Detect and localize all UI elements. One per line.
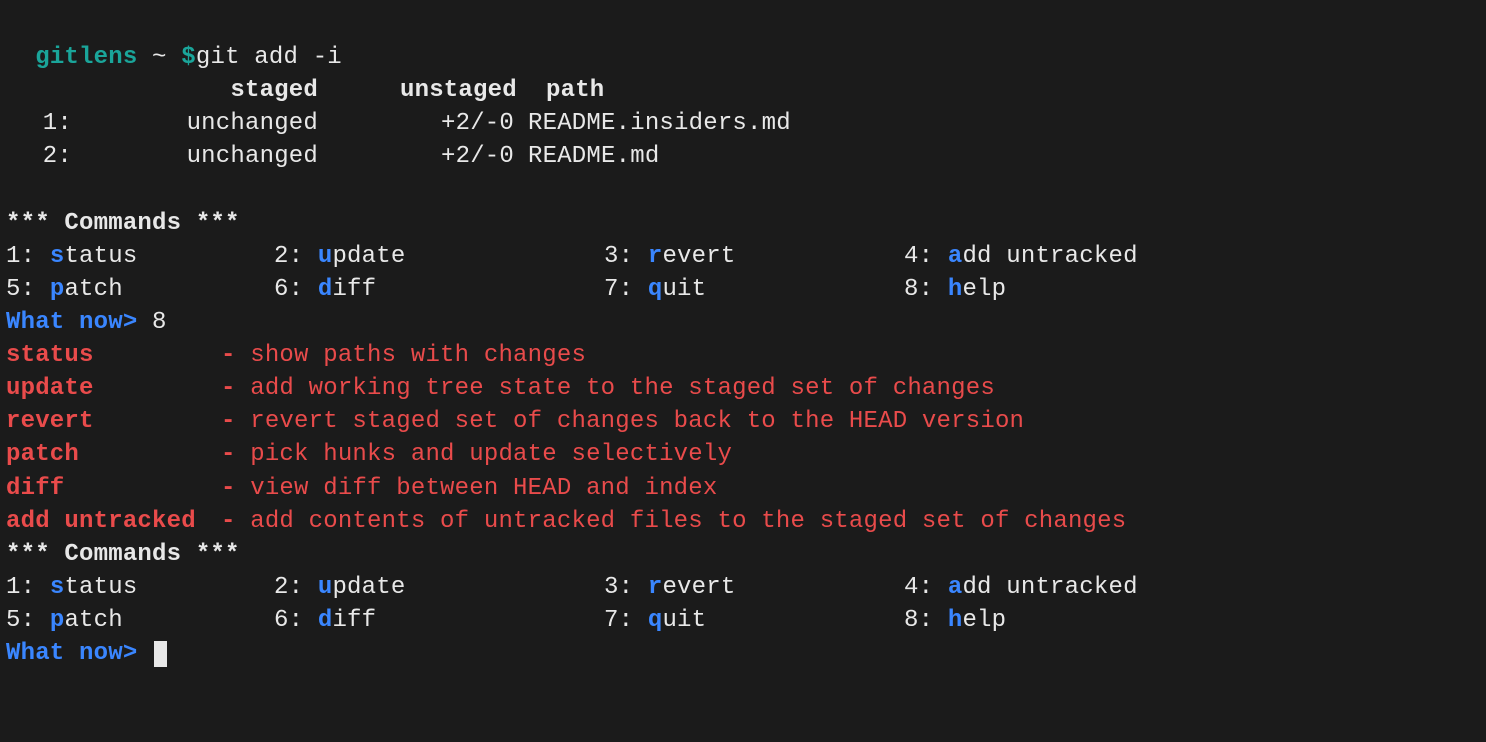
what-now-line[interactable]: What now> xyxy=(6,637,1480,670)
file-path: README.md xyxy=(528,140,659,173)
cmd-item-patch[interactable]: 5: patch xyxy=(6,604,274,637)
blank-line xyxy=(6,174,1480,207)
cmd-item-update[interactable]: 2: update xyxy=(274,240,604,273)
cmd-item-revert[interactable]: 3: revert xyxy=(604,240,904,273)
file-row: 2: unchanged +2/-0 README.md xyxy=(6,140,1480,173)
prompt-sigil: $ xyxy=(181,44,196,71)
header-path: path xyxy=(538,74,604,107)
cmd-item-patch[interactable]: 5: patch xyxy=(6,273,274,306)
prompt-line[interactable]: gitlens ~ $git add -i xyxy=(6,8,1480,74)
commands-row: 1: status 2: update 3: revert 4: add unt… xyxy=(6,240,1480,273)
header-unstaged: unstaged xyxy=(358,74,538,107)
cmd-item-status[interactable]: 1: status xyxy=(6,240,274,273)
file-path: README.insiders.md xyxy=(528,107,791,140)
cursor-icon xyxy=(154,641,167,667)
commands-title: *** Commands *** xyxy=(6,207,1480,240)
cmd-item-help[interactable]: 8: help xyxy=(904,273,1006,306)
what-now-prompt: What now> xyxy=(6,640,137,667)
header-staged: staged xyxy=(6,74,358,107)
prompt-command: git add -i xyxy=(196,44,342,71)
file-num: 2: xyxy=(6,140,78,173)
commands-title: *** Commands *** xyxy=(6,538,1480,571)
what-now-line[interactable]: What now> 8 xyxy=(6,306,1480,339)
user-input: 8 xyxy=(152,309,167,336)
file-staged: unchanged xyxy=(78,140,358,173)
help-line-revert: revert- revert staged set of changes bac… xyxy=(6,405,1480,438)
help-line-update: update- add working tree state to the st… xyxy=(6,372,1480,405)
cmd-item-diff[interactable]: 6: diff xyxy=(274,604,604,637)
commands-row: 5: patch 6: diff 7: quit 8: help xyxy=(6,604,1480,637)
cmd-item-revert[interactable]: 3: revert xyxy=(604,571,904,604)
file-staged: unchanged xyxy=(78,107,358,140)
help-line-diff: diff- view diff between HEAD and index xyxy=(6,472,1480,505)
cmd-item-quit[interactable]: 7: quit xyxy=(604,604,904,637)
prompt-sep: ~ xyxy=(152,44,167,71)
help-line-status: status- show paths with changes xyxy=(6,339,1480,372)
cmd-item-update[interactable]: 2: update xyxy=(274,571,604,604)
cmd-item-diff[interactable]: 6: diff xyxy=(274,273,604,306)
cmd-item-add-untracked[interactable]: 4: add untracked xyxy=(904,240,1138,273)
commands-row: 1: status 2: update 3: revert 4: add unt… xyxy=(6,571,1480,604)
commands-row: 5: patch 6: diff 7: quit 8: help xyxy=(6,273,1480,306)
cmd-item-quit[interactable]: 7: quit xyxy=(604,273,904,306)
help-line-add-untracked: add untracked- add contents of untracked… xyxy=(6,505,1480,538)
file-unstaged: +2/-0 xyxy=(358,107,528,140)
file-unstaged: +2/-0 xyxy=(358,140,528,173)
cmd-item-add-untracked[interactable]: 4: add untracked xyxy=(904,571,1138,604)
file-num: 1: xyxy=(6,107,78,140)
prompt-dir: gitlens xyxy=(35,44,137,71)
help-line-patch: patch- pick hunks and update selectively xyxy=(6,438,1480,471)
file-row: 1: unchanged +2/-0 README.insiders.md xyxy=(6,107,1480,140)
cmd-item-status[interactable]: 1: status xyxy=(6,571,274,604)
what-now-prompt: What now> xyxy=(6,309,137,336)
cmd-item-help[interactable]: 8: help xyxy=(904,604,1006,637)
status-header: staged unstaged path xyxy=(6,74,1480,107)
